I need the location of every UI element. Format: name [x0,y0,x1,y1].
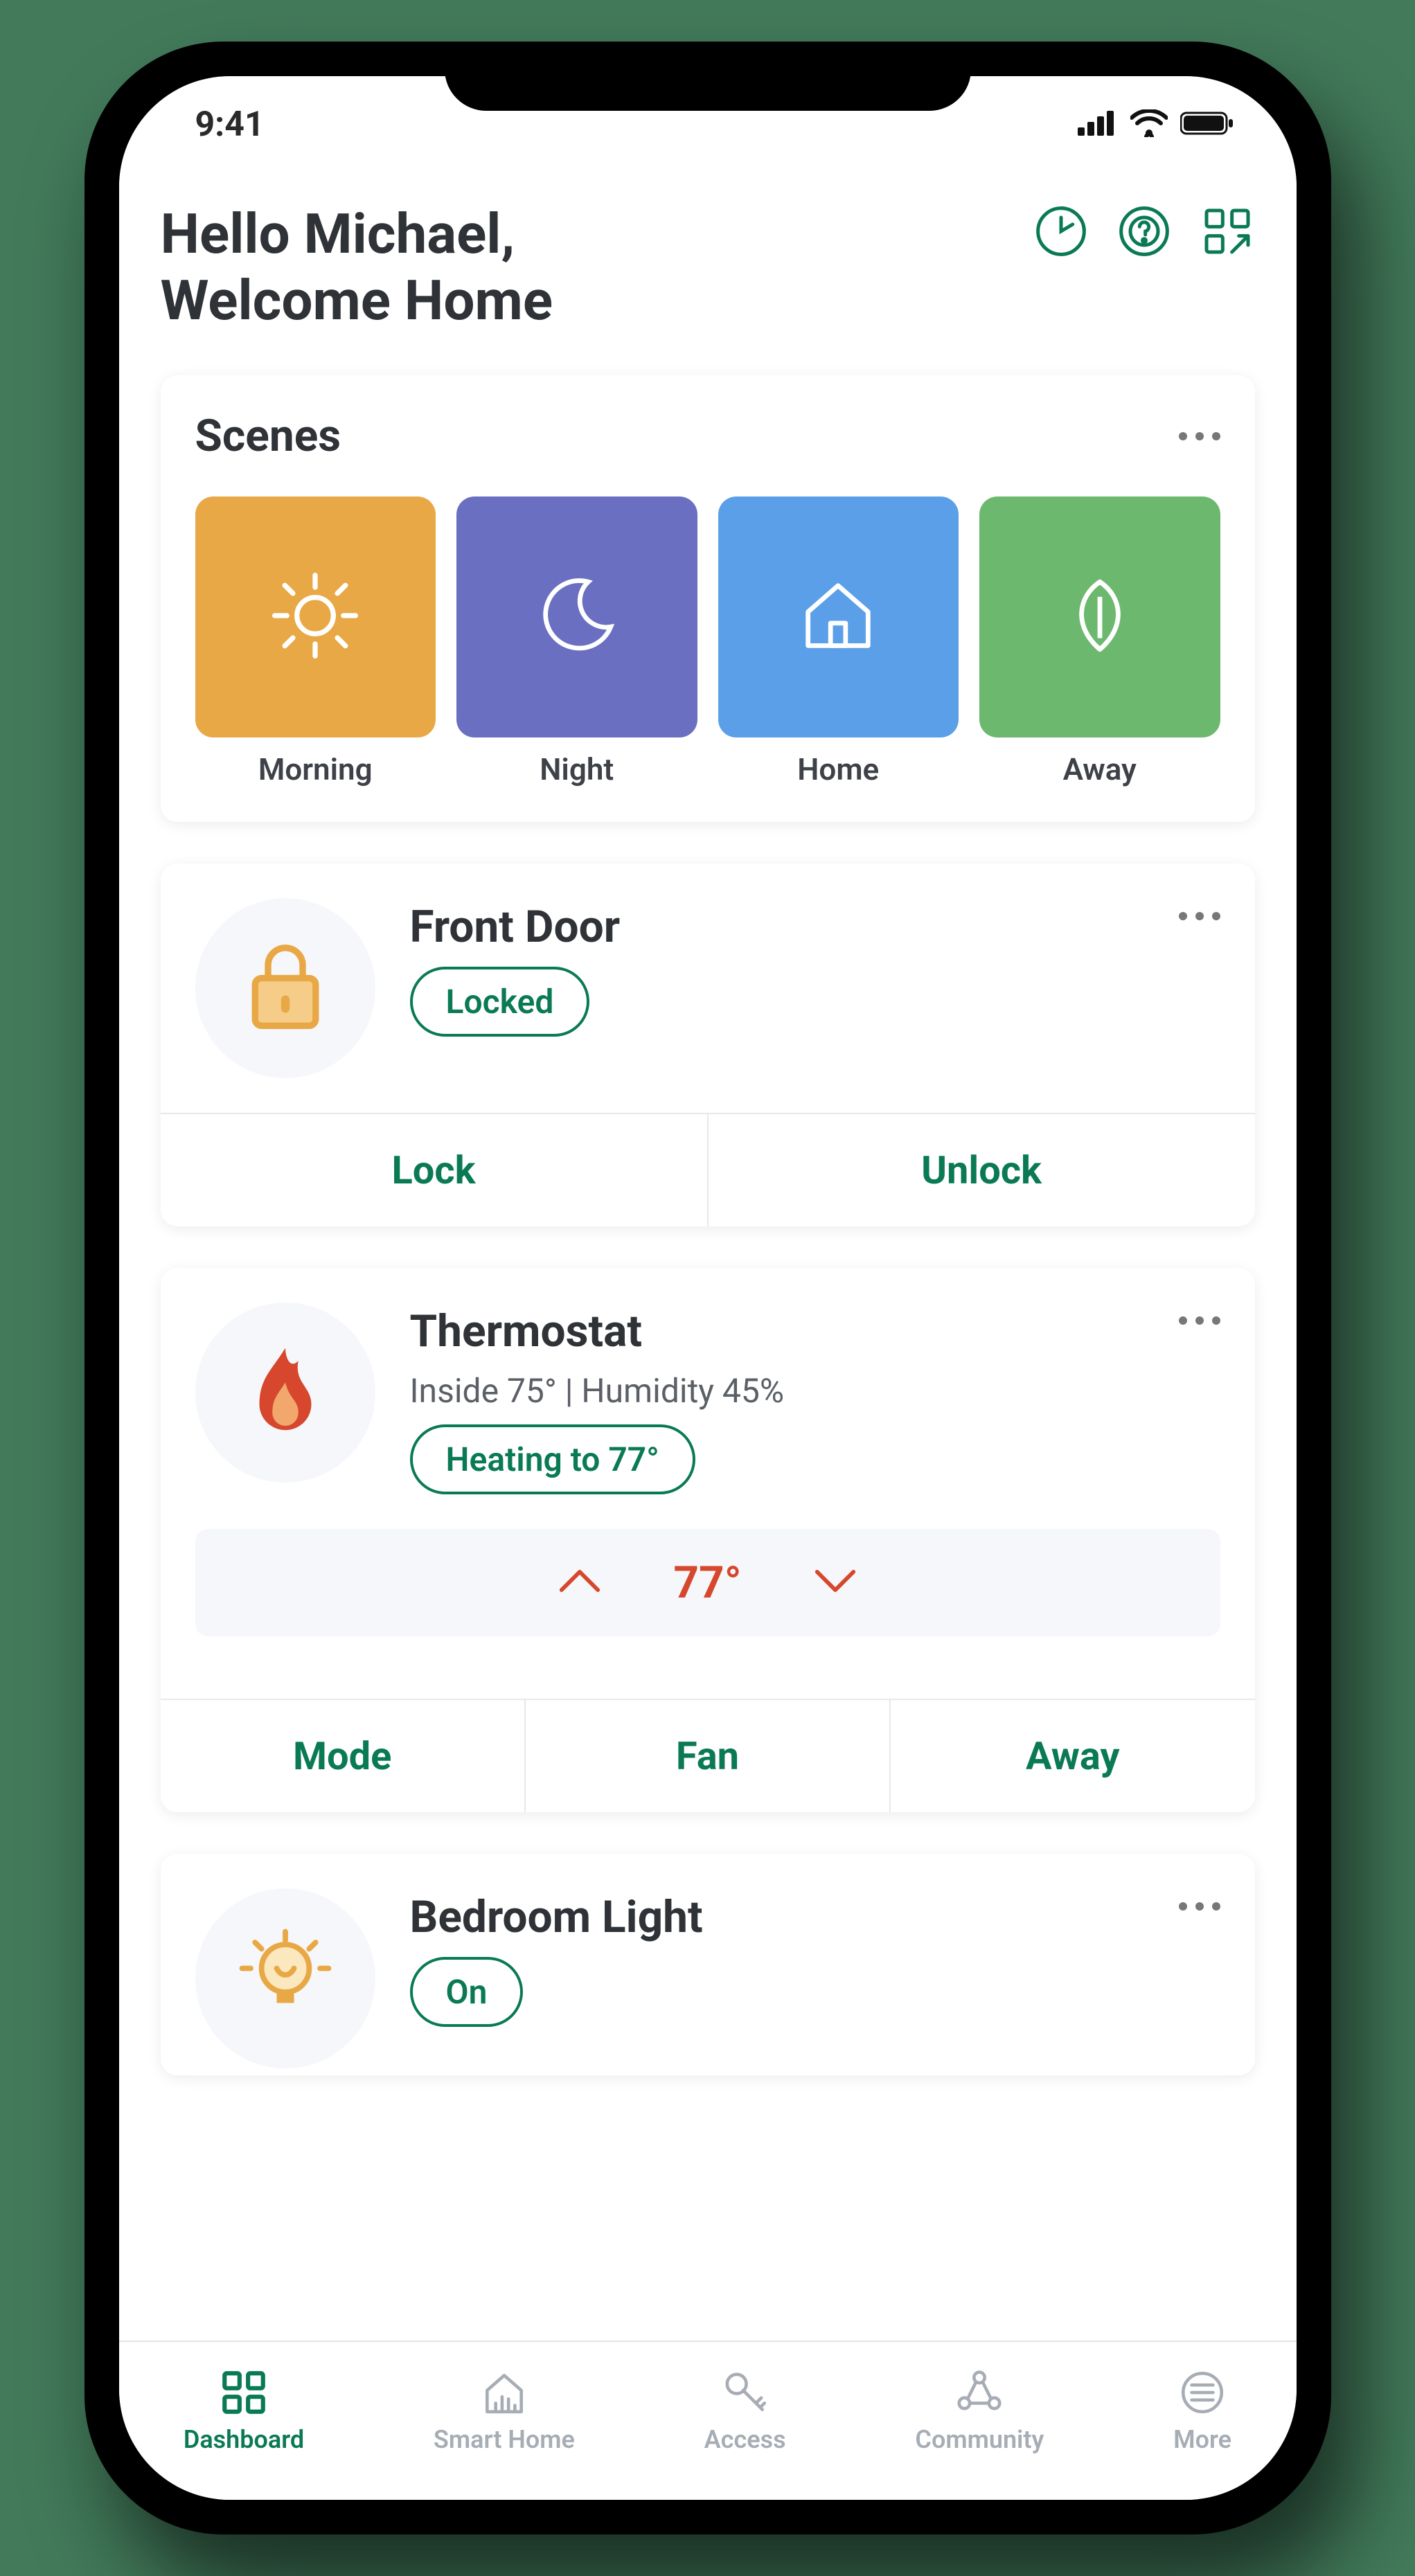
dashboard-icon [218,2367,269,2418]
more-icon [1177,2367,1228,2418]
lock-icon [233,935,337,1041]
scene-tile [195,497,436,737]
greeting-line1: Hello Michael, [161,201,553,267]
tab-label: Dashboard [184,2425,304,2454]
thermostat-more-button[interactable] [1179,1303,1220,1325]
thermostat-status-pill[interactable]: Heating to 77° [410,1424,695,1494]
tab-smart-home[interactable]: Smart Home [434,2367,575,2454]
front-door-actions: Lock Unlock [161,1113,1255,1226]
sun-icon [267,567,364,667]
bedroom-light-title: Bedroom Light [410,1891,1144,1943]
thermostat-card: Thermostat Inside 75° | Humidity 45% Hea… [161,1268,1255,1812]
scenes-row: Morning Night Home [195,497,1220,787]
lock-icon-circle [195,898,375,1078]
front-door-more-button[interactable] [1179,898,1220,920]
battery-icon [1180,111,1234,138]
phone-frame: 9:41 Hello Michael, Welcome Home [84,42,1331,2534]
scene-label: Morning [258,751,373,787]
front-door-card: Front Door Locked Lock Unlock [161,864,1255,1226]
scenes-card: Scenes Morning [161,375,1255,822]
thermostat-sub: Inside 75° | Humidity 45% [410,1371,1144,1411]
device-header: Thermostat Inside 75° | Humidity 45% Hea… [195,1303,1220,1494]
tab-bar: Dashboard Smart Home Access Community Mo… [119,2341,1297,2500]
scenes-title: Scenes [195,410,341,462]
thermostat-title: Thermostat [410,1305,1144,1357]
scene-label: Night [540,751,614,787]
flame-icon [233,1339,337,1446]
greeting-line2: Welcome Home [161,267,553,334]
temp-down-button[interactable] [811,1566,860,1599]
scene-away[interactable]: Away [979,497,1220,787]
community-icon [954,2367,1005,2418]
bulb-icon [233,1925,337,2032]
scene-label: Home [797,751,879,787]
lock-button[interactable]: Lock [161,1114,709,1226]
scene-morning[interactable]: Morning [195,497,436,787]
help-icon[interactable] [1116,204,1172,259]
key-icon [720,2367,771,2418]
leaf-icon [1055,571,1145,663]
scene-tile [456,497,697,737]
device-header: Bedroom Light On [195,1888,1220,2068]
flame-icon-circle [195,1303,375,1483]
temp-setpoint: 77° [673,1557,741,1609]
smart-home-icon [479,2367,530,2418]
scenes-header: Scenes [195,410,1220,462]
bulb-icon-circle [195,1888,375,2068]
header-actions [1033,201,1255,259]
tab-more[interactable]: More [1173,2367,1231,2454]
device-header: Front Door Locked [195,898,1220,1078]
scene-tile [979,497,1220,737]
tab-dashboard[interactable]: Dashboard [184,2367,304,2454]
status-icons [1078,109,1234,140]
phone-notch [445,42,971,111]
tab-label: Access [704,2425,786,2454]
header: Hello Michael, Welcome Home [161,173,1255,375]
wifi-icon [1130,109,1168,140]
tab-access[interactable]: Access [704,2367,786,2454]
greeting: Hello Michael, Welcome Home [161,201,553,334]
scene-tile [718,497,959,737]
mode-button[interactable]: Mode [161,1700,526,1812]
scene-night[interactable]: Night [456,497,697,787]
moon-icon [532,571,622,663]
customize-icon[interactable] [1200,204,1255,259]
bedroom-light-status-pill[interactable]: On [410,1957,524,2027]
front-door-title: Front Door [410,901,1144,953]
unlock-button[interactable]: Unlock [709,1114,1255,1226]
history-icon[interactable] [1033,204,1089,259]
scene-home[interactable]: Home [718,497,959,787]
status-time: 9:41 [195,105,265,145]
content-scroll[interactable]: Hello Michael, Welcome Home [119,173,1297,2341]
thermostat-actions: Mode Fan Away [161,1699,1255,1812]
cellular-icon [1078,111,1118,138]
fan-button[interactable]: Fan [526,1700,891,1812]
tab-label: Community [915,2425,1044,2454]
tab-label: More [1173,2425,1231,2454]
front-door-status-pill[interactable]: Locked [410,967,590,1037]
temp-up-button[interactable] [555,1566,604,1599]
tab-community[interactable]: Community [915,2367,1044,2454]
tab-label: Smart Home [434,2425,575,2454]
temp-control: 77° [195,1529,1220,1636]
away-button[interactable]: Away [891,1700,1254,1812]
scenes-more-button[interactable] [1179,432,1220,440]
scene-label: Away [1063,751,1137,787]
screen: 9:41 Hello Michael, Welcome Home [119,76,1297,2500]
bedroom-light-card: Bedroom Light On [161,1854,1255,2075]
bedroom-light-more-button[interactable] [1179,1888,1220,1911]
home-icon [793,571,883,663]
